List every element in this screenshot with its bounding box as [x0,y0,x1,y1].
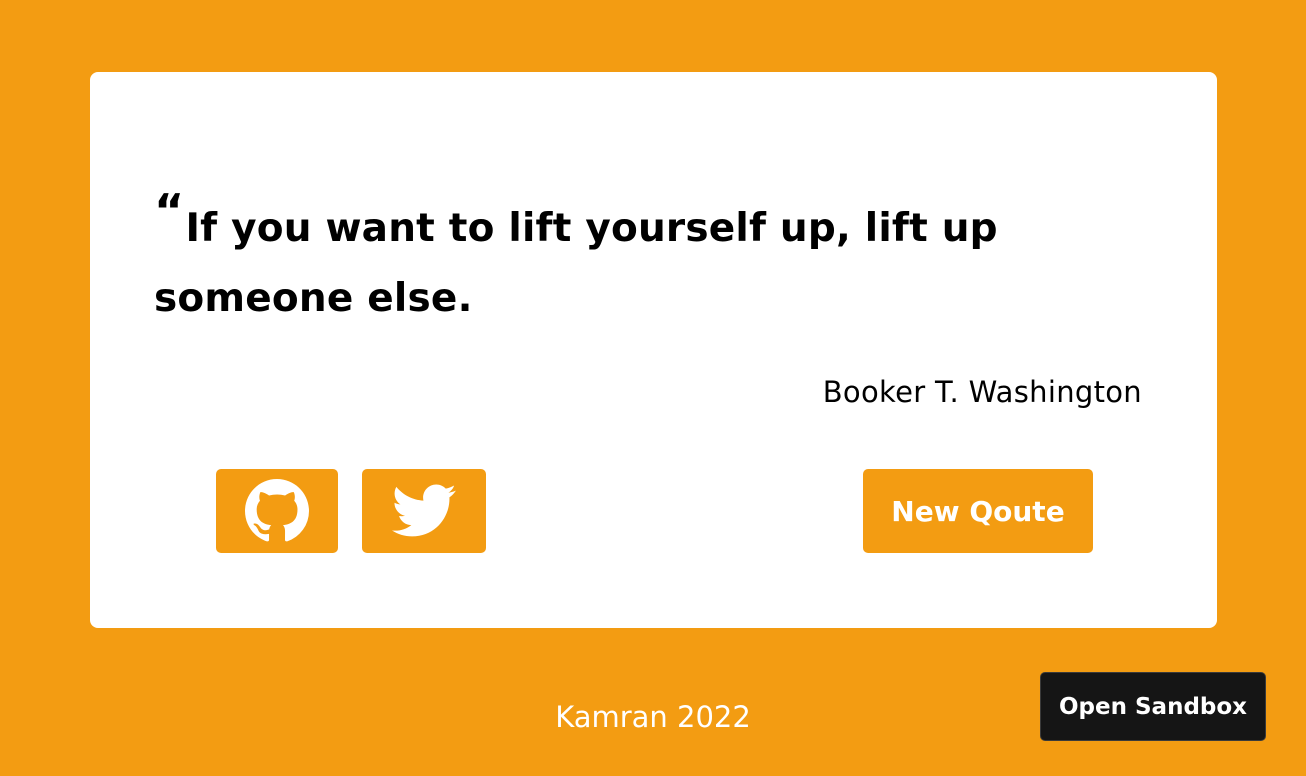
quote-author: Booker T. Washington [822,375,1142,409]
quote-text-block: “If you want to lift yourself up, lift u… [154,188,1054,334]
twitter-button[interactable] [362,469,486,553]
github-button[interactable] [216,469,338,553]
quote-card: “If you want to lift yourself up, lift u… [90,72,1217,628]
github-icon [245,479,309,543]
new-quote-button[interactable]: New Qoute [863,469,1093,553]
quote-mark-icon: “ [154,184,185,238]
twitter-icon [392,484,456,538]
quote-text: If you want to lift yourself up, lift up… [154,206,998,321]
open-sandbox-button[interactable]: Open Sandbox [1040,672,1266,741]
